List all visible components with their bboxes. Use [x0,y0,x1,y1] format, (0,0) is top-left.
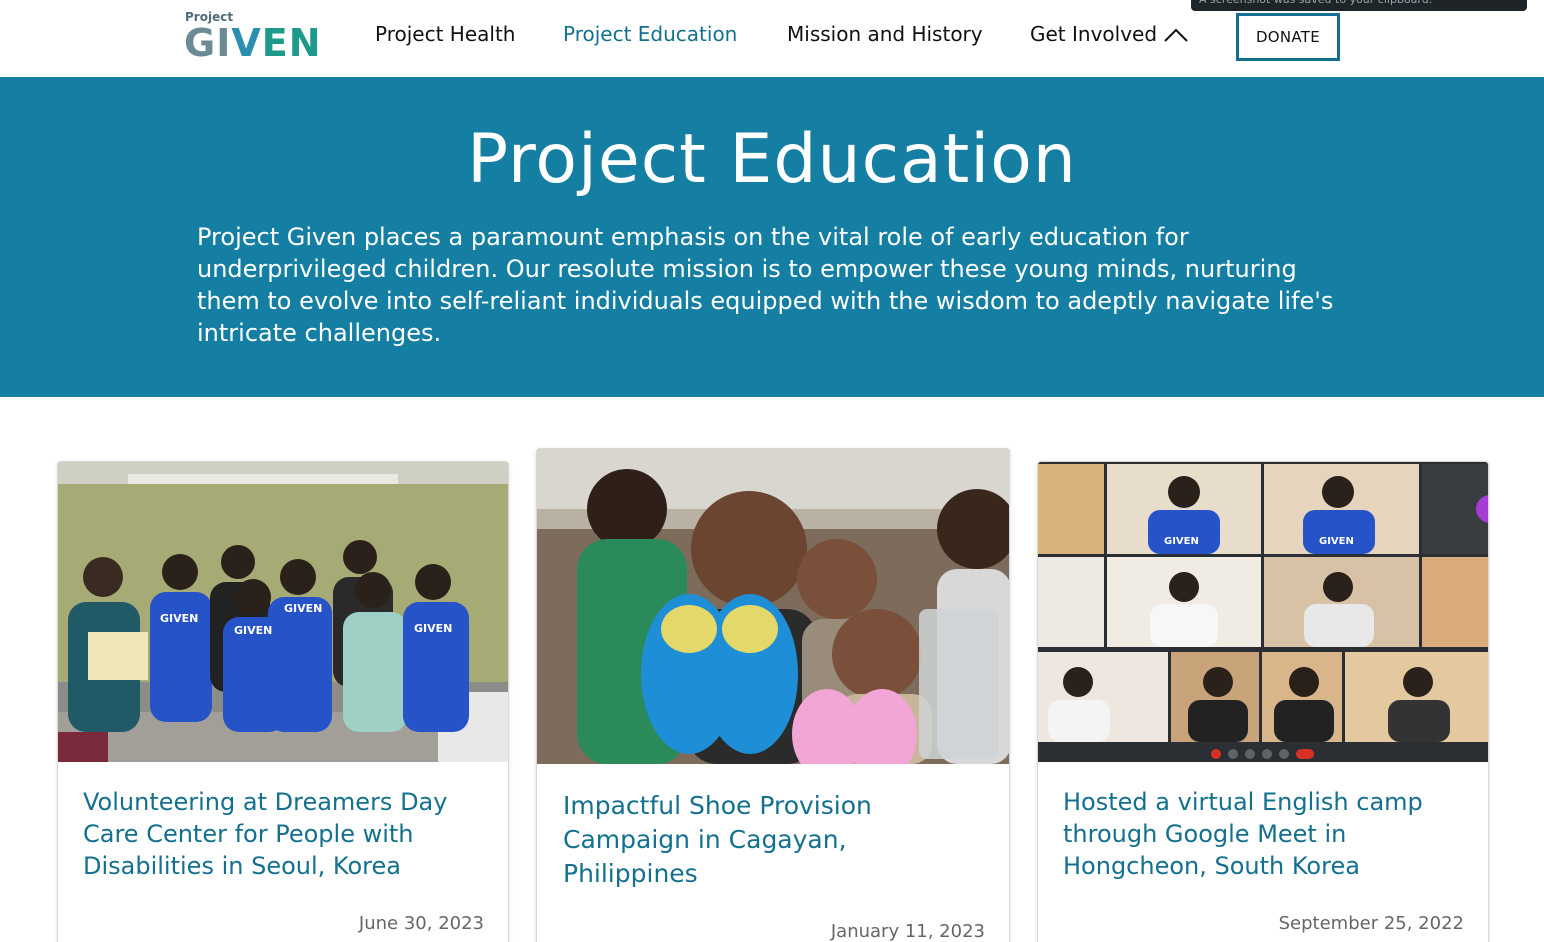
project-given-logo[interactable]: Project GIVEN [184,10,322,64]
card-date: September 25, 2022 [1278,913,1464,934]
article-card[interactable]: Impactful Shoe Provision Campaign in Cag… [536,448,1010,942]
card-title[interactable]: Hosted a virtual English camp through Go… [1063,786,1463,882]
nav-project-education[interactable]: Project Education [563,22,737,46]
nav-get-involved[interactable]: Get Involved [1030,22,1157,46]
card-image-volunteers[interactable]: GIVEN GIVEN GIVEN GIVEN [58,462,508,762]
card-title[interactable]: Volunteering at Dreamers Day Care Center… [83,786,483,882]
donate-button[interactable]: DONATE [1236,13,1340,61]
top-navigation: Project GIVEN Project Health Project Edu… [0,0,1544,77]
hero-description: Project Given places a paramount emphasi… [197,223,1334,347]
card-image-shoes[interactable] [537,449,1009,764]
article-card[interactable]: GIVEN GIVEN GIVEN GIVEN Volunteering at Dre… [57,461,509,942]
page-title: Project Education [467,120,1077,199]
svg-text:GIVEN: GIVEN [414,622,452,635]
card-image-virtual-camp[interactable]: GIVEN GIVEN [1038,462,1488,762]
card-date: June 30, 2023 [358,913,484,934]
article-card[interactable]: GIVEN GIVEN Hosted a virtual English camp… [1037,461,1489,942]
card-title[interactable]: Impactful Shoe Provision Campaign in Cag… [563,789,943,891]
card-date: January 11, 2023 [830,921,985,942]
svg-text:GIVEN: GIVEN [234,624,272,637]
svg-text:GIVEN: GIVEN [1319,536,1354,547]
hero-banner: Project Education Project Given places a… [0,77,1544,397]
screenshot-toast: A screenshot was saved to your clipboard… [1191,0,1527,11]
chevron-up-icon[interactable] [1163,27,1189,43]
nav-project-health[interactable]: Project Health [375,22,515,46]
svg-text:GIVEN: GIVEN [160,612,198,625]
logo-given-wordmark: GIVEN [184,21,322,65]
nav-mission-and-history[interactable]: Mission and History [787,22,983,46]
svg-text:GIVEN: GIVEN [284,602,322,615]
svg-text:GIVEN: GIVEN [1164,536,1199,547]
